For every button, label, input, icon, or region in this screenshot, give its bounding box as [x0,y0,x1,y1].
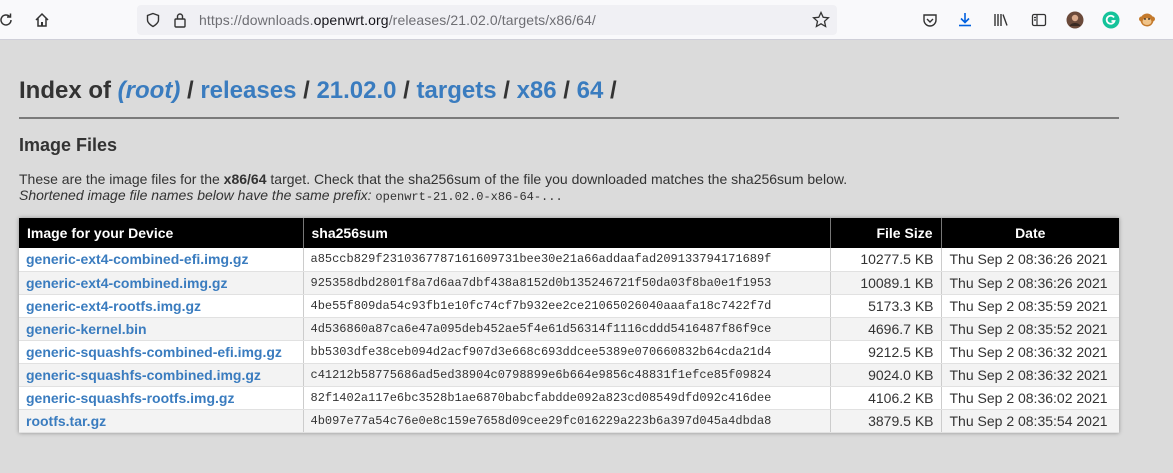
table-row: generic-ext4-rootfs.img.gz 4be55f809da54c… [19,294,1119,318]
file-name-cell: rootfs.tar.gz [19,409,304,433]
browser-toolbar: https://downloads.openwrt.org/releases/2… [0,0,1173,40]
header-date: Date [941,218,1119,248]
table-row: generic-squashfs-rootfs.img.gz 82f1402a11… [19,386,1119,410]
file-link[interactable]: generic-squashfs-rootfs.img.gz [26,390,234,406]
crumb-x86[interactable]: x86 [517,77,557,104]
sha256-cell: 4d536860a87ca6e47a095deb452ae5f4e61d5631… [303,317,831,341]
date-cell: Thu Sep 2 08:35:52 2021 [941,317,1119,341]
crumb-targets[interactable]: targets [417,77,497,104]
heading-divider [19,117,1119,119]
file-link[interactable]: generic-squashfs-combined-efi.img.gz [26,344,282,360]
grammarly-icon[interactable] [1099,8,1123,32]
table-row: generic-squashfs-combined.img.gz c41212b5… [19,363,1119,387]
file-size-cell: 9212.5 KB [830,340,942,364]
table-row: generic-squashfs-combined-efi.img.gz bb53… [19,340,1119,364]
file-link[interactable]: generic-ext4-combined.img.gz [26,275,227,291]
sha256-cell: a85ccb829f2310367787161609731bee30e21a66… [303,248,831,272]
file-name-cell: generic-ext4-combined-efi.img.gz [19,248,304,272]
file-link[interactable]: rootfs.tar.gz [26,413,106,429]
section-description: These are the image files for the x86/64… [19,171,848,204]
file-link[interactable]: generic-squashfs-combined.img.gz [26,367,261,383]
date-cell: Thu Sep 2 08:35:59 2021 [941,294,1119,318]
file-size-cell: 4106.2 KB [830,386,942,410]
date-cell: Thu Sep 2 08:36:32 2021 [941,340,1119,364]
file-size-cell: 4696.7 KB [830,317,942,341]
file-link[interactable]: generic-kernel.bin [26,321,147,337]
date-cell: Thu Sep 2 08:36:26 2021 [941,248,1119,272]
avatar[interactable] [1063,8,1087,32]
reader-view-icon[interactable] [1027,8,1051,32]
section-title: Image Files [19,135,118,155]
download-icon[interactable] [953,8,977,32]
file-link[interactable]: generic-ext4-rootfs.img.gz [26,298,201,314]
file-name-cell: generic-ext4-rootfs.img.gz [19,294,304,318]
reload-icon[interactable] [0,8,18,32]
lock-icon[interactable] [168,8,192,32]
header-sha256sum: sha256sum [303,218,831,248]
home-icon[interactable] [30,8,54,32]
sha256-cell: c41212b58775686ad5ed38904c0798899e6b664e… [303,363,831,387]
sha256-cell: 925358dbd2801f8a7d6aa7dbf438a8152d0b1352… [303,271,831,295]
table-row: generic-ext4-combined.img.gz 925358dbd280… [19,271,1119,295]
sha256-cell: 4be55f809da54c93fb1e10fc74cf7b932ee2ce21… [303,294,831,318]
date-cell: Thu Sep 2 08:35:54 2021 [941,409,1119,433]
library-icon[interactable] [989,8,1013,32]
file-size-cell: 9024.0 KB [830,363,942,387]
image-files-table: Image for your Device sha256sum File Siz… [19,218,1119,433]
shield-icon[interactable] [141,8,165,32]
sha256-cell: 4b097e77a54c76e0e8c159e7658d09cee29fc016… [303,409,831,433]
url-bar[interactable]: https://downloads.openwrt.org/releases/2… [137,5,837,35]
sha256-cell: bb5303dfe38ceb094d2acf907d3e668c693ddcee… [303,340,831,364]
file-name-cell: generic-kernel.bin [19,317,304,341]
file-name-cell: generic-squashfs-combined-efi.img.gz [19,340,304,364]
crumb-releases[interactable]: releases [200,77,296,104]
header-device: Image for your Device [19,218,304,248]
crumb-root[interactable]: (root) [118,77,181,104]
bookmark-star-icon[interactable] [809,8,833,32]
monkey-extension-icon[interactable] [1135,8,1159,32]
file-name-cell: generic-ext4-combined.img.gz [19,271,304,295]
header-file-size: File Size [830,218,942,248]
file-name-cell: generic-squashfs-combined.img.gz [19,363,304,387]
table-row: generic-kernel.bin 4d536860a87ca6e47a095d… [19,317,1119,341]
file-size-cell: 10089.1 KB [830,271,942,295]
date-cell: Thu Sep 2 08:36:26 2021 [941,271,1119,295]
page-title: Index of (root) / releases / 21.02.0 / t… [19,77,617,104]
table-header-row: Image for your Device sha256sum File Siz… [19,218,1119,248]
file-name-cell: generic-squashfs-rootfs.img.gz [19,386,304,410]
file-link[interactable]: generic-ext4-combined-efi.img.gz [26,251,248,267]
file-size-cell: 3879.5 KB [830,409,942,433]
crumb-version[interactable]: 21.02.0 [316,77,396,104]
crumb-64[interactable]: 64 [577,77,604,104]
pocket-icon[interactable] [918,8,942,32]
date-cell: Thu Sep 2 08:36:02 2021 [941,386,1119,410]
sha256-cell: 82f1402a117e6bc3528b1ae6870babcfabdde092… [303,386,831,410]
url-text[interactable]: https://downloads.openwrt.org/releases/2… [199,12,596,28]
file-size-cell: 10277.5 KB [830,248,942,272]
date-cell: Thu Sep 2 08:36:32 2021 [941,363,1119,387]
file-size-cell: 5173.3 KB [830,294,942,318]
table-row: generic-ext4-combined-efi.img.gz a85ccb82… [19,248,1119,272]
table-row: rootfs.tar.gz 4b097e77a54c76e0e8c159e7658… [19,409,1119,433]
